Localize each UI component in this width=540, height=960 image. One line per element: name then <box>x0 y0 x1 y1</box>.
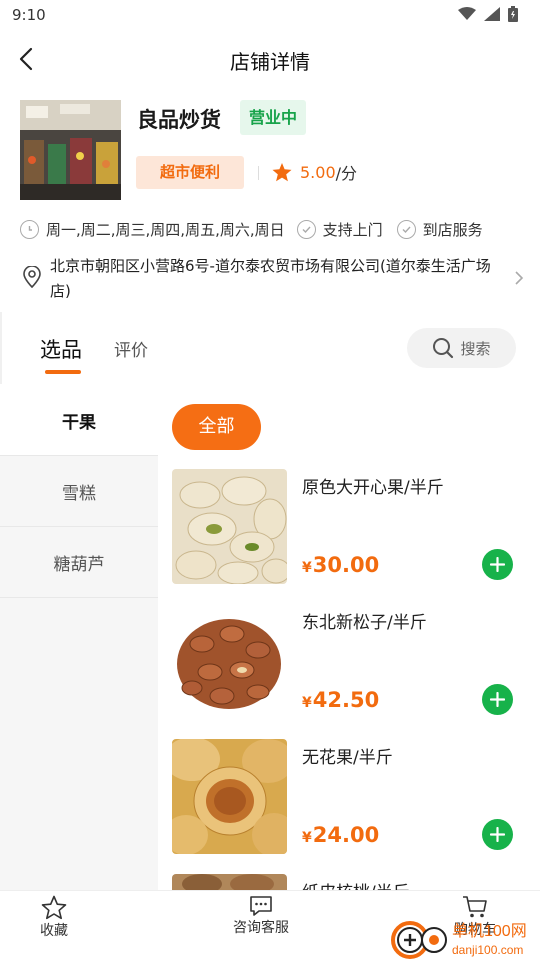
watermark-text: 单机100网 <box>452 922 527 940</box>
price-value: 24.00 <box>312 823 380 847</box>
plus-icon <box>490 692 505 707</box>
wifi-icon <box>458 7 476 20</box>
watermark-url: danji100.com <box>452 943 523 957</box>
shop-rating: 5.00 /分 <box>272 160 357 184</box>
business-hours: 周一,周二,周三,周四,周五,周六,周日 <box>20 219 285 240</box>
sidebar-item-label: 雪糕 <box>62 483 96 504</box>
product-list: 全部 原色大开心果/半斤 ¥30.00 东北新松子/半斤 ¥42.50 无花果/… <box>158 385 540 890</box>
consult-label: 咨询客服 <box>233 920 289 936</box>
rating-unit: /分 <box>335 164 358 183</box>
sidebar-item-dried-fruit[interactable]: 干果 <box>0 385 158 456</box>
status-badge: 营业中 <box>240 100 306 135</box>
status-time: 9:10 <box>12 6 46 24</box>
add-to-cart-button[interactable] <box>482 819 513 850</box>
star-outline-icon <box>41 895 67 920</box>
watermark: 单机100网 danji100.com <box>388 910 540 960</box>
shop-address[interactable]: 北京市朝阳区小营路6号-道尔泰农贸市场有限公司(道尔泰生活广场店) <box>20 254 530 304</box>
product-price: ¥42.50 <box>302 688 379 712</box>
product-item[interactable]: 纸皮核桃/半斤 <box>172 874 532 890</box>
product-item[interactable]: 原色大开心果/半斤 ¥30.00 <box>172 469 532 584</box>
signal-icon <box>484 7 500 21</box>
favorite-button[interactable]: 收藏 <box>40 895 68 940</box>
chat-icon <box>250 896 272 916</box>
service-label: 到店服务 <box>422 220 483 239</box>
product-image-pistachio <box>172 469 287 584</box>
product-item[interactable]: 无花果/半斤 ¥24.00 <box>172 739 532 854</box>
favorite-label: 收藏 <box>40 923 68 939</box>
search-icon <box>433 338 454 359</box>
search-button[interactable]: 搜索 <box>407 328 516 368</box>
tab-indicator <box>45 370 81 374</box>
currency-symbol: ¥ <box>302 830 312 846</box>
service-store: 到店服务 <box>396 219 483 240</box>
status-bar: 9:10 <box>0 0 540 32</box>
filter-all-button[interactable]: 全部 <box>172 404 261 450</box>
product-item[interactable]: 东北新松子/半斤 ¥42.50 <box>172 604 532 719</box>
sidebar-item-ice-cream[interactable]: 雪糕 <box>0 456 158 527</box>
check-icon <box>296 219 316 239</box>
star-icon <box>272 162 292 181</box>
currency-symbol: ¥ <box>302 695 312 711</box>
product-image-fig <box>172 739 287 854</box>
clock-icon <box>20 219 39 239</box>
product-image-pine-nut <box>172 604 287 719</box>
chevron-right-icon <box>515 271 524 285</box>
category-badge: 超市便利 <box>136 156 244 189</box>
hours-text: 周一,周二,周三,周四,周五,周六,周日 <box>46 220 285 239</box>
currency-symbol: ¥ <box>302 560 312 576</box>
price-value: 30.00 <box>312 553 380 577</box>
page-title: 店铺详情 <box>230 50 310 74</box>
product-price: ¥30.00 <box>302 553 379 577</box>
check-icon <box>396 219 416 239</box>
location-pin-icon <box>23 266 41 288</box>
customer-service-button[interactable]: 咨询客服 <box>233 895 289 937</box>
product-name: 东北新松子/半斤 <box>302 613 427 633</box>
add-to-cart-button[interactable] <box>482 549 513 580</box>
product-name: 无花果/半斤 <box>302 748 393 768</box>
tab-products[interactable]: 选品 <box>40 334 82 364</box>
sidebar-item-candied-haws[interactable]: 糖葫芦 <box>0 527 158 598</box>
service-home: 支持上门 <box>296 219 383 240</box>
battery-icon <box>508 6 518 22</box>
price-value: 42.50 <box>312 688 380 712</box>
product-name: 纸皮核桃/半斤 <box>302 878 410 890</box>
shop-info-row: 周一,周二,周三,周四,周五,周六,周日 支持上门 到店服务 <box>20 216 530 242</box>
shop-photo <box>20 100 121 200</box>
plus-icon <box>490 557 505 572</box>
sidebar-item-label: 糖葫芦 <box>53 554 105 575</box>
product-price: ¥24.00 <box>302 823 379 847</box>
address-text: 北京市朝阳区小营路6号-道尔泰农贸市场有限公司(道尔泰生活广场店) <box>50 257 491 300</box>
tab-reviews[interactable]: 评价 <box>114 336 148 361</box>
add-to-cart-button[interactable] <box>482 684 513 715</box>
plus-icon <box>490 827 505 842</box>
sidebar-item-label: 干果 <box>62 412 96 433</box>
shop-name: 良品炒货 <box>137 108 221 132</box>
product-image-walnut <box>172 874 287 890</box>
service-label: 支持上门 <box>322 220 383 239</box>
category-sidebar: 干果 雪糕 糖葫芦 <box>0 385 158 890</box>
product-name: 原色大开心果/半斤 <box>302 478 444 498</box>
status-icons <box>458 6 518 22</box>
nav-bar: 店铺详情 <box>0 36 540 82</box>
rating-value: 5.00 <box>300 162 336 182</box>
tab-bar: 选品 评价 搜索 <box>0 320 540 384</box>
divider <box>258 166 259 180</box>
search-label: 搜索 <box>460 339 491 358</box>
